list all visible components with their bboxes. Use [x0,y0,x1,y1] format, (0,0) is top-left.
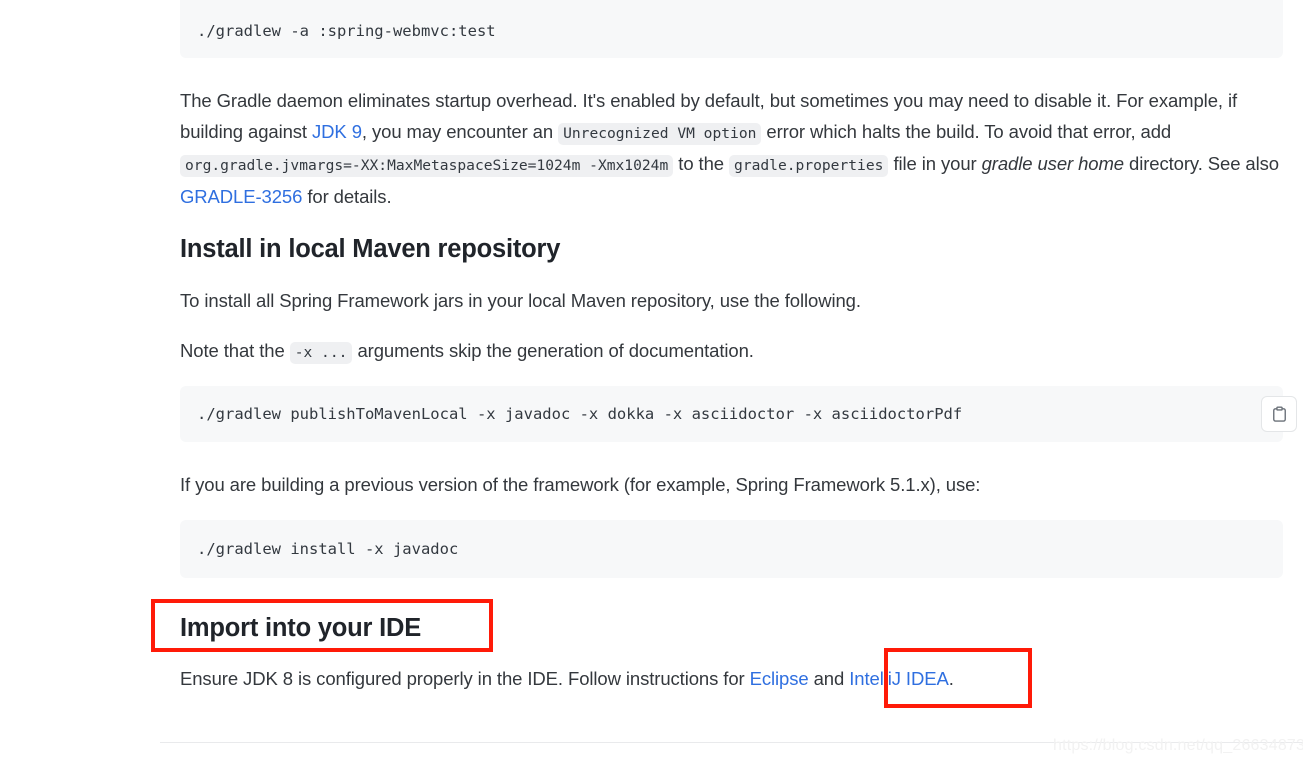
paragraph-gradle-daemon-part7: for details. [302,185,392,207]
paragraph-ensure-jdk8-part2: and [808,668,850,689]
paragraph-ensure-jdk8: Ensure JDK 8 is configured properly in t… [180,664,1280,695]
inline-code-jvmargs: org.gradle.jvmargs=-XX:MaxMetaspaceSize=… [180,155,674,177]
inline-code-unrecognized-vm-option: Unrecognized VM option [558,122,762,145]
paragraph-ensure-jdk8-part3: . [948,668,954,689]
inline-code-gradle-properties: gradle.properties [729,155,889,177]
code-block-gradlew-test: ./gradlew -a :spring-webmvc:test [180,0,1283,58]
paragraph-note-part1: Note that the [180,340,290,361]
clipboard-icon [1272,405,1286,422]
watermark-url: https://blog.csdn.net/qq_26634873 [1053,737,1303,754]
paragraph-note-part2: arguments skip the generation of documen… [352,340,754,361]
link-gradle-3256[interactable]: GRADLE-3256 [180,186,302,207]
italic-gradle-user-home: gradle user home [981,153,1124,174]
code-block-publish-to-maven-local-text: ./gradlew publishToMavenLocal -x javadoc… [197,405,963,423]
paragraph-gradle-daemon-part2: , you may encounter an [361,120,559,142]
heading-install-in-local-maven-repository: Install in local Maven repository [180,235,561,263]
link-jdk-9[interactable]: JDK 9 [312,121,362,142]
code-block-gradlew-install: ./gradlew install -x javadoc [180,520,1283,578]
code-block-gradlew-test-text: ./gradlew -a :spring-webmvc:test [197,22,496,40]
paragraph-gradle-daemon-part5: file in your [888,153,982,174]
inline-code-x-dots: -x ... [289,342,353,364]
paragraph-note-x-args: Note that the -x ... arguments skip the … [180,336,1280,369]
paragraph-gradle-daemon-part6: directory. See also [1123,153,1279,174]
documentation-page: ./gradlew -a :spring-webmvc:test The Gra… [0,0,1303,767]
paragraph-gradle-daemon-part3: error which halts the build. To avoid th… [761,120,1172,142]
code-block-publish-to-maven-local: ./gradlew publishToMavenLocal -x javadoc… [180,386,1283,442]
paragraph-gradle-daemon-part4: to the [673,153,730,174]
copy-code-button[interactable] [1261,396,1297,432]
paragraph-gradle-daemon: The Gradle daemon eliminates startup ove… [180,86,1295,212]
paragraph-previous-version: If you are building a previous version o… [180,474,981,495]
paragraph-to-install-all: To install all Spring Framework jars in … [180,290,861,311]
link-eclipse[interactable]: Eclipse [750,668,809,689]
paragraph-ensure-jdk8-part1: Ensure JDK 8 is configured properly in t… [180,668,750,689]
code-block-gradlew-install-text: ./gradlew install -x javadoc [197,540,459,558]
link-intellij-idea[interactable]: IntelliJ IDEA [849,668,949,689]
heading-import-into-your-ide: Import into your IDE [180,614,422,642]
